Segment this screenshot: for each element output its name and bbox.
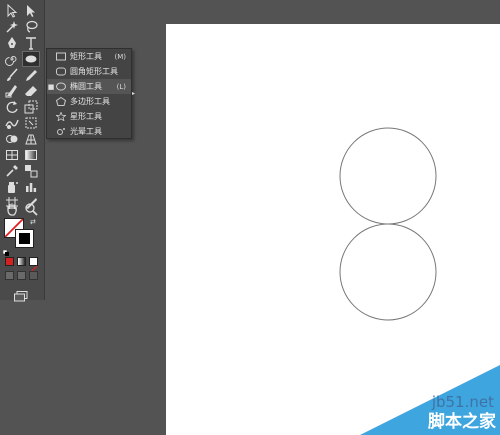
rectangle-icon bbox=[55, 51, 67, 62]
stroke-color-swatch[interactable] bbox=[15, 229, 34, 248]
free-transform-icon bbox=[25, 117, 37, 129]
flyout-item-label: 圆角矩形工具 bbox=[70, 67, 118, 76]
shape-builder-tool[interactable] bbox=[3, 131, 21, 147]
selection-tool[interactable] bbox=[3, 3, 21, 19]
draw-inside-button[interactable] bbox=[29, 271, 38, 280]
rotate-icon bbox=[6, 101, 18, 113]
flyout-item-label: 星形工具 bbox=[70, 112, 102, 121]
eraser-icon bbox=[25, 86, 37, 96]
pencil-tool[interactable] bbox=[22, 67, 40, 83]
selected-bullet-icon: ■ bbox=[47, 82, 55, 91]
perspective-grid-tool[interactable] bbox=[22, 131, 40, 147]
tearoff-arrow-icon[interactable]: ▸ bbox=[132, 90, 136, 97]
direct-arrow-icon bbox=[27, 5, 35, 17]
screen-mode-button[interactable] bbox=[14, 287, 28, 302]
gradient-mode-button[interactable] bbox=[17, 257, 26, 266]
scale-icon bbox=[24, 100, 38, 114]
eraser-tool[interactable] bbox=[22, 83, 40, 99]
scale-tool[interactable] bbox=[22, 99, 40, 115]
column-graph-icon bbox=[26, 183, 37, 192]
pencil-icon bbox=[26, 70, 37, 81]
flyout-item-rectangle[interactable]: 矩形工具 (M) bbox=[47, 49, 131, 64]
rounded-rectangle-icon bbox=[55, 66, 67, 77]
free-transform-tool[interactable] bbox=[22, 115, 40, 131]
lasso-icon bbox=[26, 20, 38, 33]
hand-tool[interactable] bbox=[3, 201, 21, 217]
hand-icon bbox=[7, 203, 17, 216]
blend-icon bbox=[25, 165, 38, 178]
gradient-tool[interactable] bbox=[22, 147, 40, 163]
star-icon bbox=[55, 111, 67, 122]
perspective-grid-icon bbox=[25, 134, 37, 145]
spiral-tool[interactable] bbox=[3, 51, 21, 67]
watermark-name: 脚本之家 bbox=[428, 412, 496, 432]
flyout-item-polygon[interactable]: 多边形工具 bbox=[47, 94, 131, 109]
shape-tools-flyout: 矩形工具 (M) 圆角矩形工具 ■ 椭圆工具 (L) 多边形工具 星形工具 光晕… bbox=[46, 48, 135, 139]
pen-tool[interactable] bbox=[3, 35, 21, 51]
tools-panel: ⇄ bbox=[0, 0, 45, 302]
rotate-tool[interactable] bbox=[3, 99, 21, 115]
default-colors-icon[interactable] bbox=[2, 241, 9, 256]
pen-icon bbox=[8, 37, 16, 48]
shortcut-label: (L) bbox=[116, 82, 126, 91]
blend-tool[interactable] bbox=[22, 163, 40, 179]
flare-icon bbox=[55, 126, 67, 137]
flyout-item-label: 光晕工具 bbox=[70, 127, 102, 136]
flyout-item-rounded-rectangle[interactable]: 圆角矩形工具 bbox=[47, 64, 131, 79]
symbol-sprayer-tool[interactable] bbox=[3, 179, 21, 195]
zoom-icon bbox=[25, 203, 38, 216]
blob-brush-icon bbox=[5, 85, 17, 98]
color-mode-button[interactable] bbox=[5, 257, 14, 266]
flyout-item-label: 矩形工具 bbox=[70, 52, 102, 61]
circle-shape-top[interactable] bbox=[339, 127, 437, 225]
type-icon bbox=[26, 37, 36, 50]
shortcut-label: (M) bbox=[114, 52, 126, 61]
ellipse-icon bbox=[25, 55, 37, 63]
none-mode-button[interactable] bbox=[29, 257, 38, 274]
flyout-item-label: 椭圆工具 bbox=[70, 82, 102, 91]
spiral-icon bbox=[5, 56, 17, 66]
flyout-item-label: 多边形工具 bbox=[70, 97, 110, 106]
warp-icon bbox=[5, 119, 19, 129]
shape-builder-icon bbox=[6, 135, 18, 143]
direct-selection-tool[interactable] bbox=[22, 3, 40, 19]
mesh-tool[interactable] bbox=[3, 147, 21, 163]
swap-colors-icon[interactable]: ⇄ bbox=[30, 218, 36, 226]
draw-behind-button[interactable] bbox=[17, 271, 26, 280]
brush-icon bbox=[7, 68, 18, 81]
type-tool[interactable] bbox=[22, 35, 40, 51]
circle-shape-bottom[interactable] bbox=[339, 223, 437, 321]
blob-brush-tool[interactable] bbox=[3, 83, 21, 99]
warp-tool[interactable] bbox=[3, 115, 21, 131]
magic-wand-tool[interactable] bbox=[3, 19, 21, 35]
paintbrush-tool[interactable] bbox=[3, 67, 21, 83]
zoom-tool[interactable] bbox=[22, 201, 40, 217]
flyout-item-ellipse[interactable]: ■ 椭圆工具 (L) bbox=[47, 79, 131, 94]
draw-normal-button[interactable] bbox=[5, 271, 14, 280]
eyedropper-tool[interactable] bbox=[3, 163, 21, 179]
ellipse-icon bbox=[55, 81, 67, 92]
magic-wand-icon bbox=[6, 21, 18, 33]
ellipse-tool[interactable] bbox=[22, 51, 40, 67]
eyedropper-icon bbox=[6, 165, 18, 177]
arrow-icon bbox=[7, 4, 18, 18]
column-graph-tool[interactable] bbox=[22, 179, 40, 195]
lasso-tool[interactable] bbox=[22, 19, 40, 35]
symbol-sprayer-icon bbox=[8, 182, 18, 193]
mesh-icon bbox=[6, 150, 18, 160]
flyout-item-star[interactable]: 星形工具 bbox=[47, 109, 131, 124]
screen-mode-icon bbox=[14, 291, 28, 302]
flyout-item-flare[interactable]: 光晕工具 bbox=[47, 124, 131, 139]
gradient-icon bbox=[25, 150, 37, 160]
polygon-icon bbox=[55, 96, 67, 107]
